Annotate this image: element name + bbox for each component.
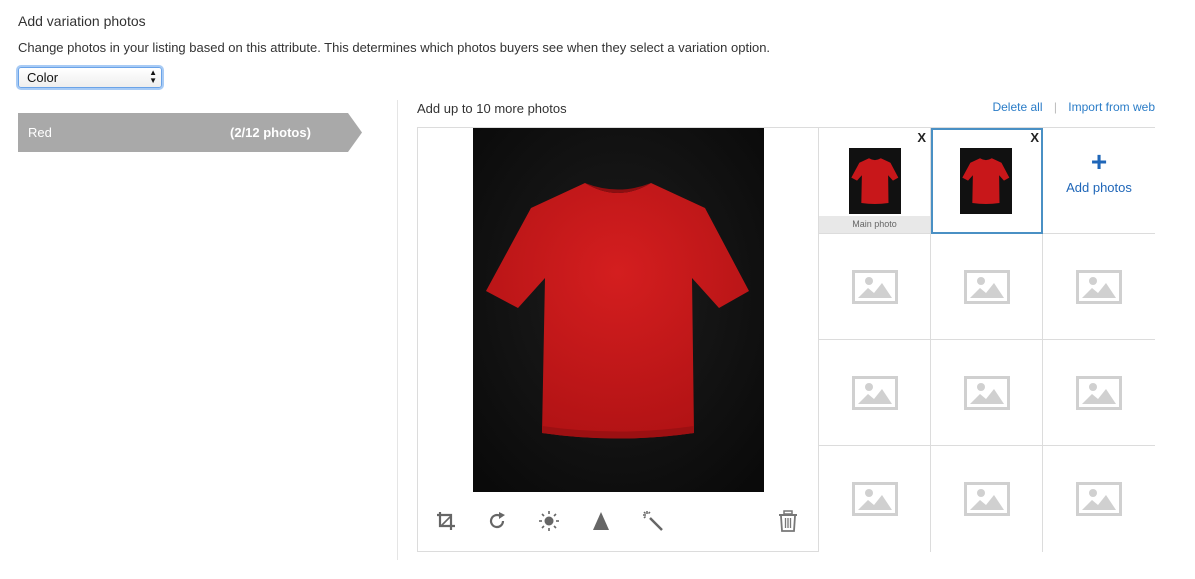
variation-tab-red[interactable]: Red (2/12 photos) bbox=[18, 113, 362, 152]
image-placeholder-icon bbox=[964, 482, 1010, 516]
photo-actions: Delete all | Import from web bbox=[992, 100, 1155, 114]
empty-photo-slot[interactable] bbox=[819, 234, 931, 340]
crop-icon[interactable] bbox=[435, 510, 457, 532]
trash-icon[interactable] bbox=[777, 510, 799, 532]
main-photo-thumbnail[interactable] bbox=[849, 148, 901, 214]
photo-editor bbox=[417, 127, 819, 552]
main-photo-label: Main photo bbox=[819, 216, 930, 233]
delete-all-link[interactable]: Delete all bbox=[992, 100, 1042, 114]
photo-preview bbox=[473, 128, 764, 492]
section-description: Change photos in your listing based on t… bbox=[18, 40, 771, 55]
section-title: Add variation photos bbox=[18, 13, 146, 29]
selected-photo-thumbnail[interactable] bbox=[960, 148, 1012, 214]
select-arrows-icon: ▲ ▼ bbox=[149, 68, 157, 85]
tshirt-thumbnail bbox=[960, 148, 1012, 214]
add-photos-button[interactable]: + Add photos bbox=[1043, 128, 1155, 234]
magic-wand-icon[interactable] bbox=[642, 510, 664, 532]
empty-photo-slot[interactable] bbox=[819, 340, 931, 446]
empty-photo-slot[interactable] bbox=[1043, 446, 1155, 552]
image-placeholder-icon bbox=[852, 376, 898, 410]
column-divider bbox=[397, 100, 398, 560]
tshirt-thumbnail bbox=[849, 148, 901, 214]
photo-slot-selected[interactable]: X bbox=[931, 128, 1043, 234]
remove-photo-button[interactable]: X bbox=[917, 130, 926, 145]
import-from-web-link[interactable]: Import from web bbox=[1068, 100, 1155, 114]
image-placeholder-icon bbox=[1076, 482, 1122, 516]
contrast-icon[interactable] bbox=[590, 510, 612, 532]
image-placeholder-icon bbox=[1076, 376, 1122, 410]
empty-photo-slot[interactable] bbox=[931, 446, 1043, 552]
image-placeholder-icon bbox=[852, 482, 898, 516]
image-placeholder-icon bbox=[852, 270, 898, 304]
variation-name: Red bbox=[28, 125, 52, 140]
add-photos-label: Add photos bbox=[1066, 180, 1132, 195]
empty-photo-slot[interactable] bbox=[1043, 340, 1155, 446]
variation-photo-count: (2/12 photos) bbox=[230, 125, 311, 140]
attribute-select-value: Color bbox=[27, 70, 59, 85]
remove-photo-button[interactable]: X bbox=[1030, 130, 1039, 145]
tshirt-image bbox=[473, 128, 764, 492]
empty-photo-slot[interactable] bbox=[1043, 234, 1155, 340]
empty-photo-slot[interactable] bbox=[931, 340, 1043, 446]
upload-title: Add up to 10 more photos bbox=[417, 101, 567, 116]
link-separator: | bbox=[1053, 100, 1057, 114]
image-placeholder-icon bbox=[964, 270, 1010, 304]
attribute-select[interactable]: Color ▲ ▼ bbox=[18, 67, 162, 88]
empty-photo-slot[interactable] bbox=[819, 446, 931, 552]
empty-photo-slot[interactable] bbox=[931, 234, 1043, 340]
image-placeholder-icon bbox=[964, 376, 1010, 410]
photo-slot-main[interactable]: X Main photo bbox=[819, 128, 931, 234]
brightness-icon[interactable] bbox=[538, 510, 560, 532]
photo-grid: X Main photo X + Add photos bbox=[818, 127, 1155, 552]
editor-toolbar bbox=[418, 492, 818, 552]
rotate-icon[interactable] bbox=[486, 510, 508, 532]
image-placeholder-icon bbox=[1076, 270, 1122, 304]
plus-icon: + bbox=[1090, 146, 1108, 177]
